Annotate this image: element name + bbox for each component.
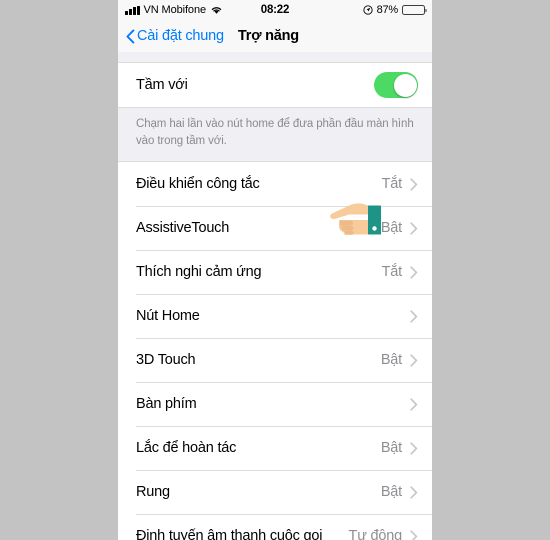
row-value: Bật — [380, 484, 402, 501]
reachability-footnote: Chạm hai lần vào nút home để đưa phần đầ… — [118, 108, 432, 162]
row-label: Định tuyến âm thanh cuộc gọi — [136, 528, 323, 540]
screenshot-stage: VN Mobifone 08:22 87% Cài đặt chung Trợ … — [0, 0, 550, 540]
row-reachability[interactable]: Tầm với — [118, 63, 432, 107]
row-vibration[interactable]: Rung Bật — [118, 470, 432, 515]
reachability-toggle[interactable] — [374, 72, 418, 98]
row-value: Tắt — [381, 264, 403, 281]
row-assistivetouch[interactable]: AssistiveTouch Bật — [118, 206, 432, 251]
chevron-right-icon — [410, 222, 422, 235]
row-label: Nút Home — [136, 308, 200, 325]
phone-screen: VN Mobifone 08:22 87% Cài đặt chung Trợ … — [118, 0, 432, 540]
row-value: Tắt — [381, 176, 403, 193]
chevron-right-icon — [410, 530, 422, 540]
row-label: Bàn phím — [136, 396, 197, 413]
row-touch-accommodations[interactable]: Thích nghi cảm ứng Tắt — [118, 250, 432, 295]
row-keyboard[interactable]: Bàn phím — [118, 382, 432, 427]
row-value: Tự động — [348, 528, 403, 540]
row-value: Bật — [380, 352, 402, 369]
chevron-right-icon — [410, 398, 422, 411]
back-button-label: Cài đặt chung — [137, 28, 224, 44]
row-value: Bật — [380, 440, 402, 457]
row-label: Điều khiển công tắc — [136, 176, 260, 193]
chevron-right-icon — [410, 266, 422, 279]
battery-full-icon — [402, 4, 427, 16]
chevron-right-icon — [410, 310, 422, 323]
row-label: Rung — [136, 484, 170, 501]
row-label: 3D Touch — [136, 352, 196, 369]
row-call-audio-routing[interactable]: Định tuyến âm thanh cuộc gọi Tự động — [118, 514, 432, 540]
location-services-icon — [362, 5, 373, 15]
row-label: Thích nghi cảm ứng — [136, 264, 262, 281]
navigation-bar: Cài đặt chung Trợ năng — [118, 20, 432, 52]
chevron-right-icon — [410, 486, 422, 499]
status-bar-right: 87% — [362, 4, 427, 16]
top-spacer — [118, 52, 432, 62]
status-bar: VN Mobifone 08:22 87% — [118, 0, 432, 20]
accessibility-interaction-list: Điều khiển công tắc Tắt AssistiveTouch B… — [118, 161, 432, 540]
chevron-left-icon — [126, 29, 135, 44]
page-title: Trợ năng — [237, 28, 299, 44]
row-value: Bật — [380, 220, 402, 237]
toggle-knob — [393, 73, 417, 97]
row-label: AssistiveTouch — [136, 220, 230, 237]
chevron-right-icon — [410, 178, 422, 191]
row-switch-control[interactable]: Điều khiển công tắc Tắt — [118, 162, 432, 207]
chevron-right-icon — [410, 354, 422, 367]
back-button[interactable]: Cài đặt chung — [126, 28, 224, 44]
row-label: Tầm với — [136, 77, 188, 93]
row-shake-to-undo[interactable]: Lắc để hoàn tác Bật — [118, 426, 432, 471]
chevron-right-icon — [410, 442, 422, 455]
row-label: Lắc để hoàn tác — [136, 440, 237, 457]
reachability-group: Tầm với — [118, 62, 432, 108]
row-3d-touch[interactable]: 3D Touch Bật — [118, 338, 432, 383]
battery-percent-label: 87% — [376, 4, 399, 16]
row-home-button[interactable]: Nút Home — [118, 294, 432, 339]
